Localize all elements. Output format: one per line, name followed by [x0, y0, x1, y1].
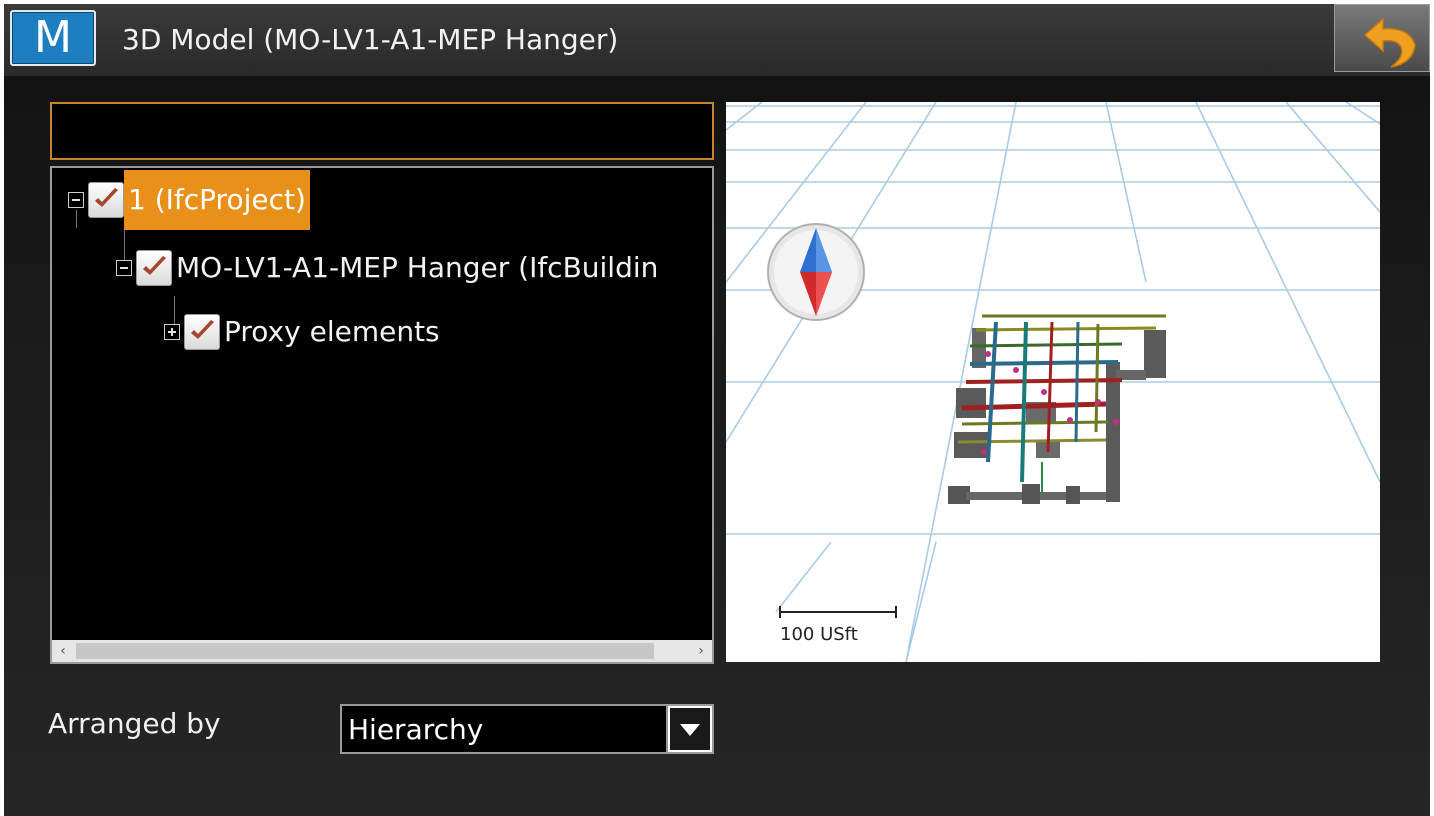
arranged-by-label: Arranged by [48, 707, 221, 740]
tree-checkbox[interactable] [88, 182, 124, 218]
arranged-by-value: Hierarchy [348, 713, 484, 746]
checkmark-icon [95, 188, 118, 207]
collapse-icon[interactable] [68, 192, 84, 208]
tree-checkbox[interactable] [184, 314, 220, 350]
chevron-down-icon [670, 708, 710, 750]
collapse-icon[interactable] [116, 260, 132, 276]
3d-model-viewport[interactable]: 100 USft [726, 102, 1380, 662]
arranged-by-select[interactable]: Hierarchy [340, 704, 714, 754]
mep-model-render [948, 314, 1166, 504]
tree-node-project[interactable]: 1 (IfcProject) [68, 170, 310, 230]
tree-checkbox[interactable] [136, 250, 172, 286]
app-logo[interactable]: M [10, 10, 96, 66]
tree-node-label[interactable]: MO-LV1-A1-MEP Hanger (IfcBuildin [172, 238, 662, 298]
scrollbar-thumb[interactable] [76, 643, 654, 659]
scale-bar [779, 606, 897, 618]
horizontal-scrollbar[interactable]: ‹ › [52, 640, 712, 662]
checkmark-icon [191, 320, 214, 339]
title-bar: M 3D Model (MO-LV1-A1-MEP Hanger) [4, 4, 1430, 76]
model-tree[interactable]: 1 (IfcProject) MO-LV1-A1-MEP Hanger (Ifc… [50, 166, 714, 664]
checkmark-icon [143, 256, 166, 275]
compass-icon[interactable] [766, 222, 866, 322]
scroll-right-icon[interactable]: › [690, 640, 712, 662]
app-window: M 3D Model (MO-LV1-A1-MEP Hanger) 1 (Ifc… [4, 4, 1430, 816]
tree-node-proxy-elements[interactable]: Proxy elements [164, 302, 444, 362]
window-title: 3D Model (MO-LV1-A1-MEP Hanger) [122, 23, 619, 56]
app-logo-letter: M [34, 12, 72, 63]
back-button[interactable] [1334, 4, 1430, 72]
tree-node-building[interactable]: MO-LV1-A1-MEP Hanger (IfcBuildin [116, 238, 662, 298]
scale-label: 100 USft [780, 624, 858, 645]
scroll-left-icon[interactable]: ‹ [52, 640, 74, 662]
tree-node-label[interactable]: Proxy elements [220, 302, 444, 362]
tree-node-label[interactable]: 1 (IfcProject) [124, 170, 310, 230]
search-input[interactable] [50, 102, 714, 160]
undo-arrow-icon [1363, 17, 1416, 68]
expand-icon[interactable] [164, 324, 180, 340]
dropdown-button[interactable] [666, 706, 712, 752]
